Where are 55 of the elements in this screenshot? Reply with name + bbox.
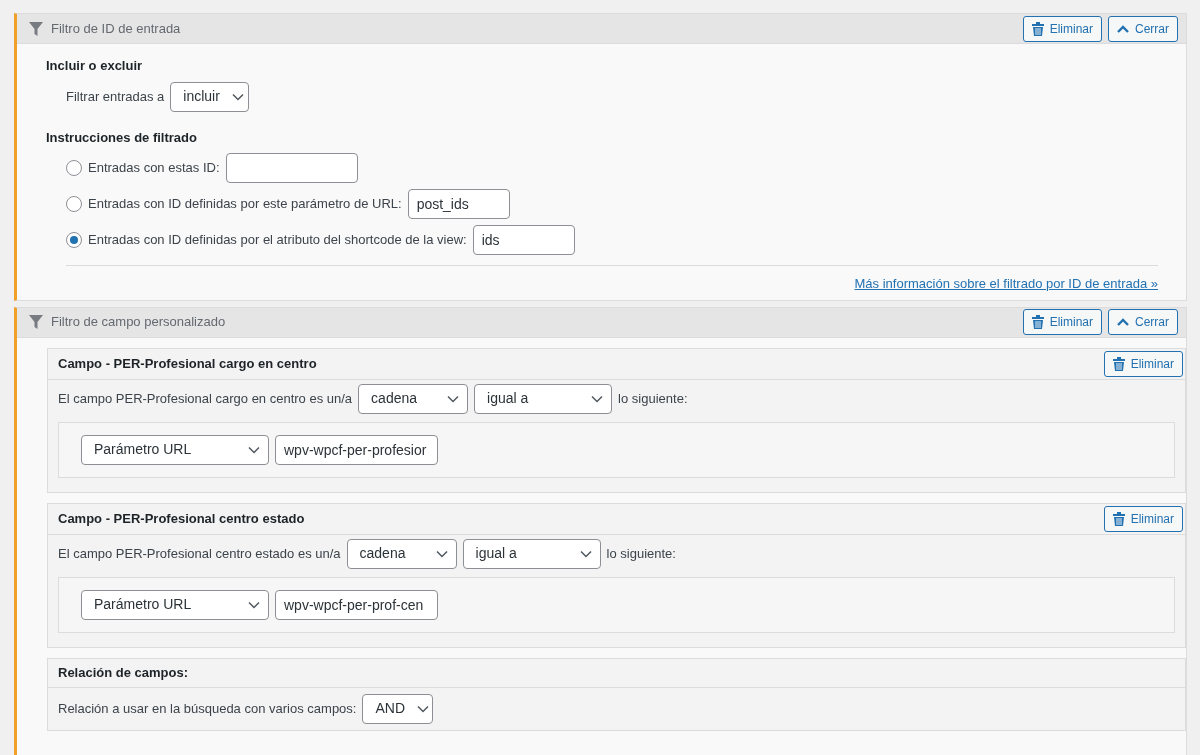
field-title: Campo - PER-Profesional cargo en centro (58, 354, 317, 373)
delete-button[interactable]: Eliminar (1022, 15, 1102, 42)
radio-label: Entradas con ID definidas por el atributo del shortcode de la view: (88, 231, 467, 250)
radio-label: Entradas con ID definidas por este parámetro de URL: (88, 195, 402, 214)
text-field[interactable]: wpv-wpcf-per-prof-cen (275, 589, 438, 620)
dropdown[interactable]: Parámetro URL (81, 434, 269, 465)
text-field[interactable] (225, 153, 358, 183)
chevron-down-icon (248, 600, 260, 609)
chevron-down-icon (231, 92, 244, 101)
chevron-down-icon (435, 549, 448, 558)
chevron-up-icon (1117, 318, 1129, 326)
section-heading: Incluir o excluir (46, 57, 144, 75)
field-suffix: lo siguiente: (618, 389, 688, 408)
trash-icon (1112, 356, 1125, 371)
text-field[interactable]: post_ids (407, 189, 510, 219)
delete-button[interactable]: Eliminar (1022, 309, 1102, 335)
delete-button[interactable]: Eliminar (1103, 505, 1183, 532)
trash-icon (1031, 21, 1044, 36)
close-button[interactable]: Cerrar (1108, 309, 1178, 335)
text-field[interactable]: ids (472, 225, 575, 255)
panel-title: Filtro de ID de entrada (51, 19, 181, 38)
trash-icon (1112, 511, 1125, 526)
chevron-down-icon (417, 704, 430, 713)
chevron-down-icon (591, 394, 604, 403)
filter-icon (29, 21, 43, 36)
field-label: Relación a usar en la búsqueda con varios campos: (58, 699, 357, 718)
dropdown[interactable]: incluir (170, 81, 250, 112)
text-field[interactable]: wpv-wpcf-per-profesior (275, 434, 438, 465)
field-suffix: lo siguiente: (606, 544, 676, 563)
close-button[interactable]: Cerrar (1108, 15, 1178, 42)
more-info-link[interactable]: Más información sobre el filtrado por ID de entrada » (854, 274, 1158, 294)
field-title: Campo - PER-Profesional centro estado (58, 509, 305, 528)
dropdown[interactable]: AND (362, 693, 434, 724)
dropdown[interactable]: cadena (358, 383, 469, 414)
dropdown[interactable]: Parámetro URL (81, 589, 269, 620)
chevron-down-icon (248, 445, 260, 454)
radio-button[interactable] (66, 232, 82, 248)
field-sentence: El campo PER-Profesional cargo en centro es un/a (58, 389, 353, 408)
trash-icon (1031, 315, 1044, 329)
radio-button[interactable] (66, 160, 82, 176)
filter-icon (29, 315, 43, 329)
dropdown[interactable]: igual a (462, 538, 601, 569)
field-sentence: El campo PER-Profesional centro estado es un/a (58, 544, 341, 563)
field-title: Relación de campos: (58, 663, 189, 682)
panel-title: Filtro de campo personalizado (51, 313, 226, 332)
chevron-down-icon (447, 394, 460, 403)
chevron-up-icon (1117, 24, 1129, 33)
delete-button[interactable]: Eliminar (1103, 350, 1183, 377)
section-heading: Instrucciones de filtrado (46, 128, 198, 147)
dropdown[interactable]: igual a (474, 383, 613, 414)
radio-button[interactable] (66, 196, 82, 212)
field-label: Filtrar entradas a (66, 87, 165, 106)
dropdown[interactable]: cadena (346, 538, 457, 569)
chevron-down-icon (579, 549, 592, 558)
radio-label: Entradas con estas ID: (88, 159, 220, 178)
